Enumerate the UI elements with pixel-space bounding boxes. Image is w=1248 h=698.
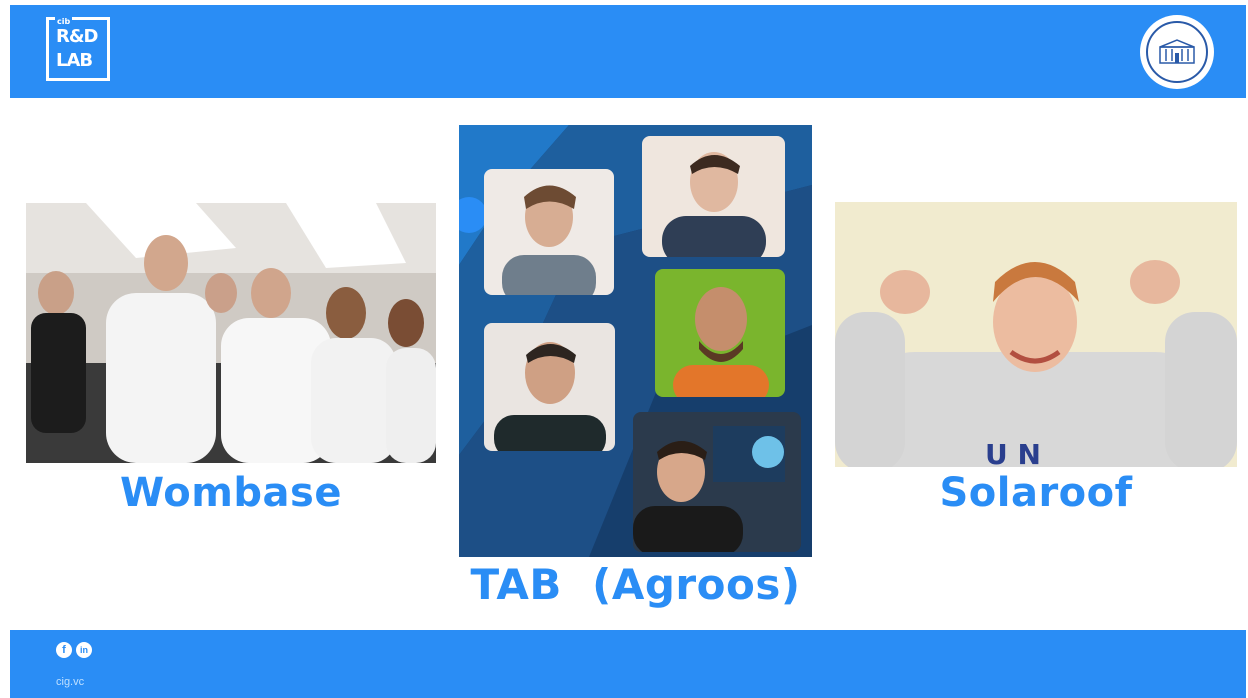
wombase-team-photo [26,203,436,463]
svg-text:U N: U N [985,438,1041,467]
university-seal-icon [1140,15,1214,89]
collage-portrait-3 [655,269,785,397]
team-label-wombase: Wombase [120,470,342,516]
social-links: f in [56,642,92,658]
collage-portrait-4 [484,323,615,451]
solaroof-team-photo: U N [835,202,1237,467]
team-label-tab-agroos: TAB (Agroos) [470,560,801,609]
footer-bar: f in cig.vc [10,630,1246,698]
tab-agroos-collage [459,125,812,557]
facebook-icon[interactable]: f [56,642,72,658]
collage-portrait-1 [484,169,614,295]
linkedin-icon[interactable]: in [76,642,92,658]
logo-line-2: LAB [56,50,93,71]
logo-line-1: R&D [56,26,98,47]
logo-small-text: cib [55,17,73,26]
website-link[interactable]: cig.vc [56,676,84,688]
collage-portrait-5 [633,412,801,552]
team-label-solaroof: Solaroof [939,470,1133,516]
rd-lab-logo: cib R&D LAB [46,17,110,81]
header-bar: cib R&D LAB [10,5,1246,98]
collage-portrait-2 [642,136,785,257]
